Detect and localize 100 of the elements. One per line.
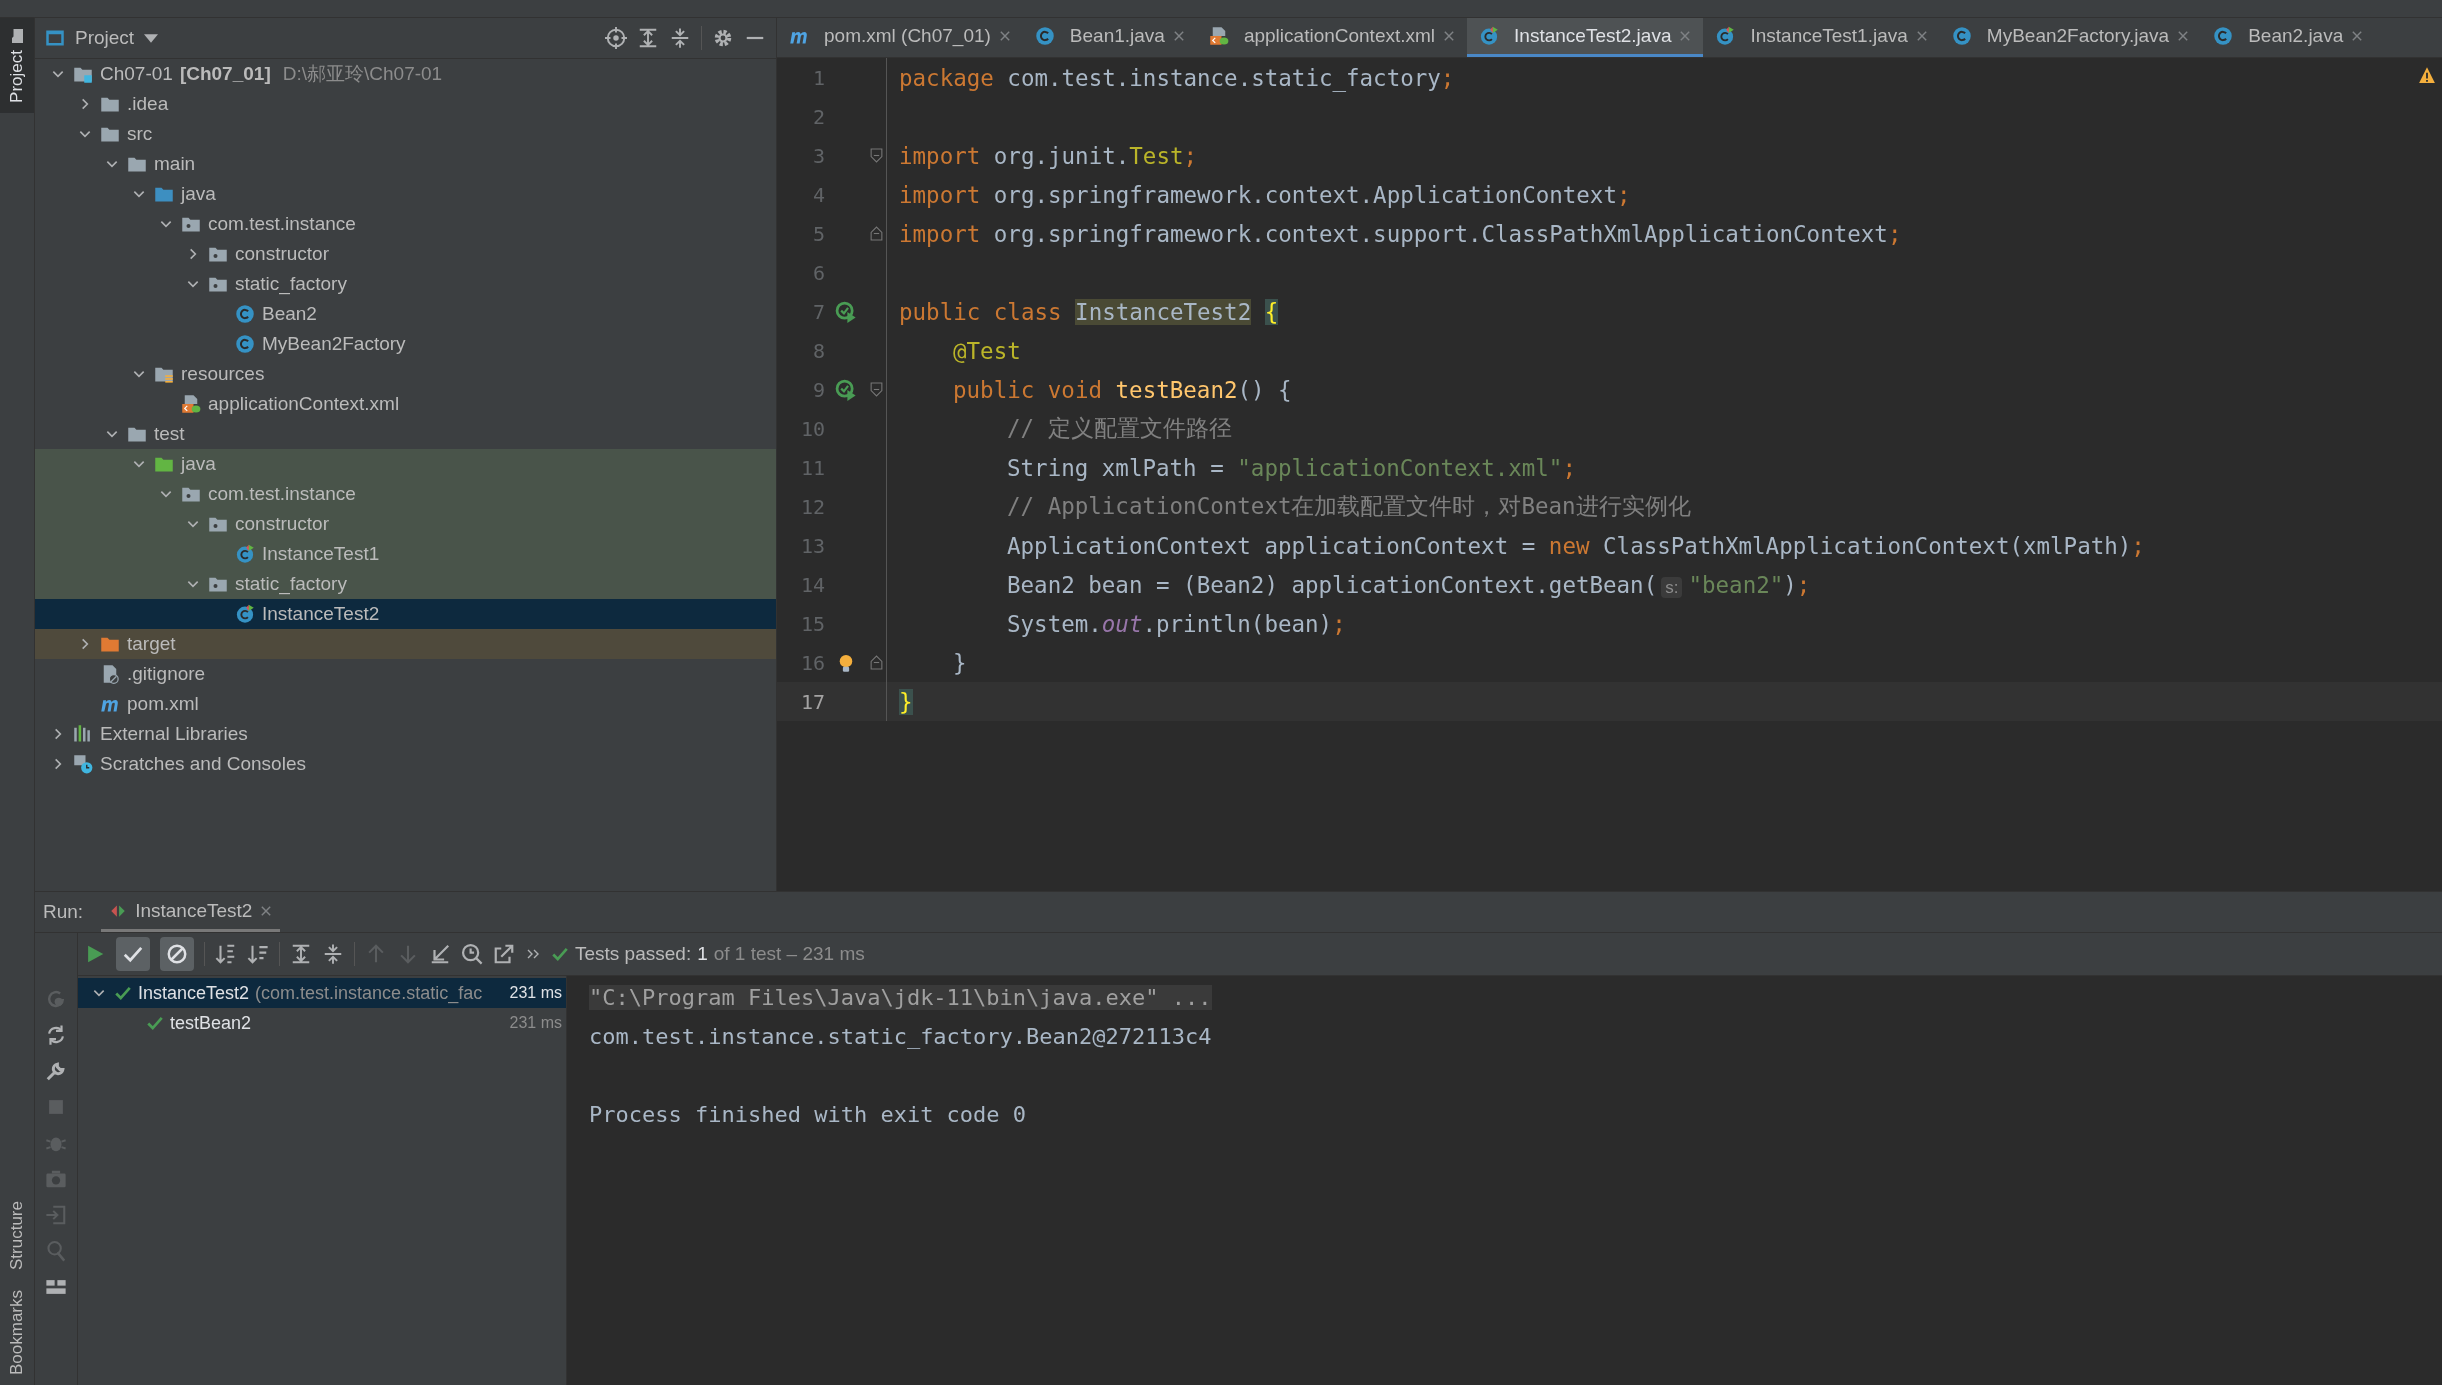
- line-number: 10: [799, 416, 825, 441]
- test-tree-item[interactable]: InstanceTest2 (com.test.instance.static_fac 231 ms: [78, 978, 566, 1009]
- sync-icon[interactable]: [45, 1024, 67, 1047]
- import-icon[interactable]: [429, 943, 451, 966]
- expand-all-icon[interactable]: [290, 943, 312, 966]
- close-icon[interactable]: [1915, 30, 1928, 42]
- fold-open-icon[interactable]: [870, 382, 883, 397]
- code-line: ApplicationContext applicationContext = new ClassPathXmlApplicationContext(xmlPath);: [1007, 532, 2145, 559]
- code-line: public class InstanceTest2 {: [899, 298, 1279, 325]
- wrench-icon[interactable]: [45, 1060, 67, 1083]
- side-tab[interactable]: Bookmarks: [0, 1279, 34, 1385]
- settings-icon[interactable]: [712, 27, 734, 49]
- code-line: public void testBean2() {: [953, 376, 1292, 403]
- tree-item[interactable]: .idea: [35, 89, 776, 119]
- run-tab[interactable]: InstanceTest2: [101, 892, 281, 933]
- show-ignored-toggle[interactable]: [160, 937, 194, 972]
- code-line: import org.springframework.context.support.ClassPathXmlApplicationContext;: [899, 220, 1902, 247]
- tree-item[interactable]: com.test.instance: [35, 479, 776, 509]
- show-passed-toggle[interactable]: [116, 937, 150, 972]
- fold-close-icon[interactable]: [870, 226, 883, 241]
- close-icon[interactable]: [260, 904, 273, 917]
- tree-item[interactable]: pom.xml: [35, 689, 776, 719]
- tree-item[interactable]: constructor: [35, 509, 776, 539]
- line-number: 14: [799, 572, 825, 597]
- editor-tab[interactable]: pom.xml (Ch07_01): [777, 18, 1023, 57]
- tree-item[interactable]: static_factory: [35, 569, 776, 599]
- crosshair-icon[interactable]: [605, 27, 627, 49]
- tree-item[interactable]: com.test.instance: [35, 209, 776, 239]
- editor-tab[interactable]: applicationContext.xml: [1196, 18, 1468, 57]
- export-icon[interactable]: [493, 943, 515, 966]
- test-class-icon: [235, 604, 255, 624]
- tree-item[interactable]: applicationContext.xml: [35, 389, 776, 419]
- tree-item[interactable]: InstanceTest2: [35, 599, 776, 629]
- tree-item[interactable]: java: [35, 179, 776, 209]
- class-icon: [1951, 26, 1972, 46]
- check-icon: [551, 945, 569, 964]
- side-tab[interactable]: Project: [0, 18, 34, 113]
- tree-item[interactable]: MyBean2Factory: [35, 329, 776, 359]
- class-icon: [235, 334, 255, 354]
- check-icon: [114, 984, 132, 1003]
- check-icon: [146, 1014, 164, 1033]
- code-line: // ApplicationContext在加载配置文件时，对Bean进行实例化: [1007, 492, 1691, 521]
- tree-item[interactable]: static_factory: [35, 269, 776, 299]
- editor-tab[interactable]: InstanceTest2.java: [1467, 18, 1704, 57]
- line-number: 15: [799, 611, 825, 636]
- tree-item[interactable]: resources: [35, 359, 776, 389]
- code-line: package com.test.instance.static_factory;: [899, 64, 1455, 91]
- warning-icon[interactable]: [2418, 66, 2436, 84]
- code-line: String xmlPath = "applicationContext.xml";: [1007, 454, 1576, 481]
- expand-all-icon[interactable]: [637, 27, 659, 49]
- tree-item[interactable]: Bean2: [35, 299, 776, 329]
- test-tree-item[interactable]: testBean2 231 ms: [78, 1008, 566, 1039]
- line-number: 11: [799, 455, 825, 480]
- side-tab[interactable]: Structure: [0, 1191, 34, 1280]
- run-test-icon[interactable]: [835, 300, 857, 323]
- sort-alphabetical-icon[interactable]: [215, 943, 237, 966]
- line-number: 8: [811, 338, 825, 363]
- fold-open-icon[interactable]: [870, 148, 883, 163]
- tree-item[interactable]: target: [35, 629, 776, 659]
- tree-item[interactable]: constructor: [35, 239, 776, 269]
- code-line: import org.junit.Test;: [899, 142, 1198, 169]
- line-number: 12: [799, 494, 825, 519]
- tree-item[interactable]: src: [35, 119, 776, 149]
- class-icon: [1034, 26, 1055, 46]
- editor-tab[interactable]: InstanceTest1.java: [1703, 18, 1940, 57]
- close-icon[interactable]: [1172, 30, 1185, 42]
- tree-item[interactable]: java: [35, 449, 776, 479]
- run-test-icon[interactable]: [835, 378, 857, 401]
- sort-duration-icon[interactable]: [247, 943, 269, 966]
- tree-item[interactable]: .gitignore: [35, 659, 776, 689]
- fold-close-icon[interactable]: [870, 655, 883, 670]
- close-icon[interactable]: [1443, 30, 1456, 42]
- line-number: 16: [799, 650, 825, 675]
- test-class-icon: [235, 544, 255, 564]
- folder-icon: [9, 28, 25, 44]
- editor-tab[interactable]: Bean2.java: [2201, 18, 2376, 57]
- close-icon[interactable]: [998, 30, 1011, 42]
- tree-item[interactable]: Scratches and Consoles: [35, 749, 776, 779]
- editor-tab[interactable]: MyBean2Factory.java: [1939, 18, 2202, 57]
- status-detail: of 1 test – 231 ms: [713, 943, 865, 966]
- view-dropdown[interactable]: Project: [75, 27, 159, 49]
- tree-item[interactable]: main: [35, 149, 776, 179]
- history-icon[interactable]: [461, 943, 483, 966]
- collapse-all-icon[interactable]: [669, 27, 691, 49]
- tree-item[interactable]: Ch07-01 [Ch07_01] D:\郝亚玲\Ch07-01: [35, 59, 776, 89]
- close-icon[interactable]: [2351, 30, 2364, 42]
- status-label: Tests passed:: [575, 943, 692, 966]
- close-icon[interactable]: [2177, 30, 2190, 42]
- test-class-icon: [1479, 26, 1500, 46]
- line-number: 1: [811, 65, 825, 90]
- console-line: com.test.instance.static_factory.Bean2@272113c4: [589, 1024, 1212, 1050]
- collapse-all-icon[interactable]: [322, 943, 344, 966]
- code-line: import org.springframework.context.ApplicationContext;: [899, 181, 1631, 208]
- tree-item[interactable]: External Libraries: [35, 719, 776, 749]
- line-number: 17: [799, 689, 825, 714]
- prohibited-icon: [166, 943, 188, 966]
- tree-item[interactable]: test: [35, 419, 776, 449]
- line-number: 6: [811, 260, 825, 285]
- editor-tab[interactable]: Bean1.java: [1022, 18, 1197, 57]
- tree-item[interactable]: InstanceTest1: [35, 539, 776, 569]
